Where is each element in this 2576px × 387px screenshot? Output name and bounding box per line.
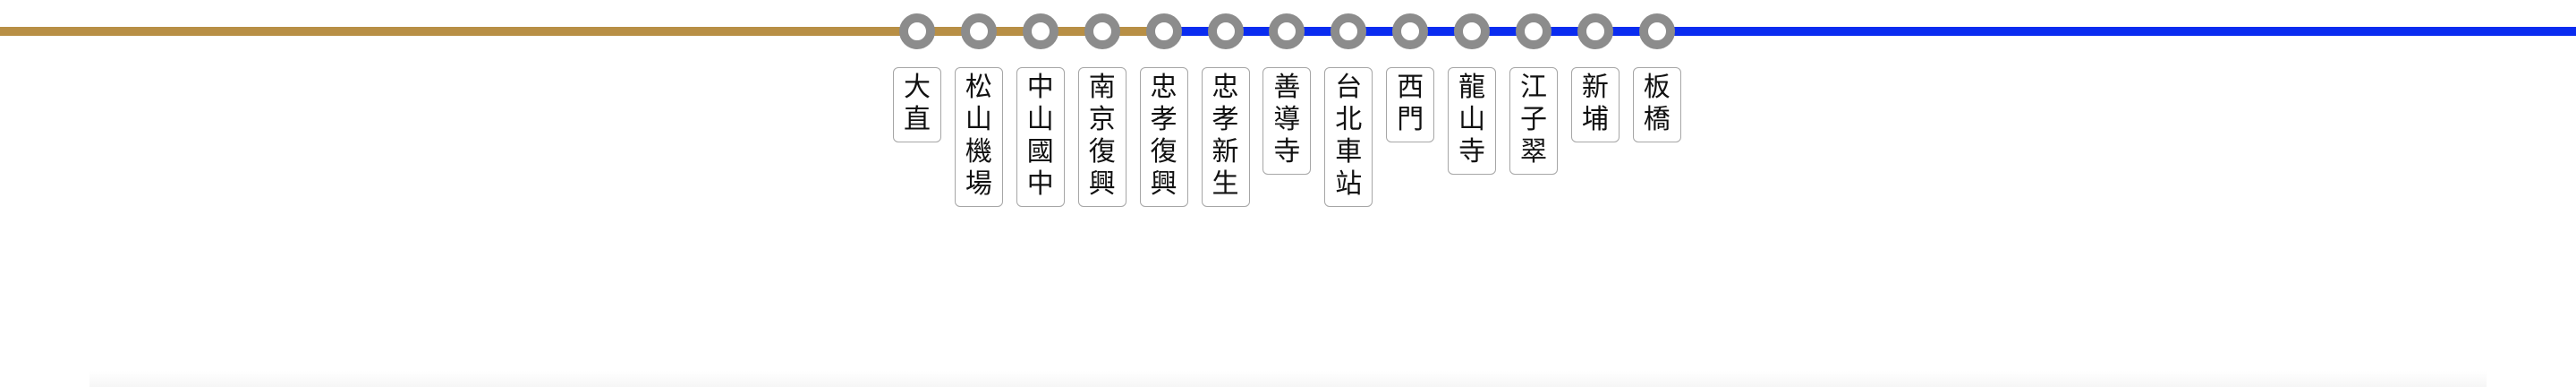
station-label[interactable]: 龍山寺	[1448, 67, 1497, 175]
station-label[interactable]: 忠孝新生	[1201, 67, 1250, 207]
station-node-icon[interactable]	[1392, 13, 1429, 49]
station-node-icon[interactable]	[1454, 13, 1491, 49]
station-label[interactable]: 江子翠	[1509, 67, 1558, 175]
station-label[interactable]: 南京復興	[1077, 67, 1126, 207]
station-label[interactable]: 西門	[1386, 67, 1435, 142]
station-node-icon[interactable]	[1269, 13, 1305, 49]
blue-line-segment	[1163, 27, 2576, 36]
station-label[interactable]: 中山國中	[1016, 67, 1065, 207]
bottom-shadow	[89, 371, 2487, 387]
station-label[interactable]: 大直	[893, 67, 941, 142]
station-node-icon[interactable]	[1331, 13, 1367, 49]
station-label[interactable]: 台北車站	[1324, 67, 1373, 207]
station-node-icon[interactable]	[960, 13, 997, 49]
station-label[interactable]: 新埔	[1570, 67, 1620, 142]
station-node-icon[interactable]	[1577, 13, 1613, 49]
station-label[interactable]: 板橋	[1632, 67, 1681, 142]
station-node-icon[interactable]	[1145, 13, 1182, 49]
station-node-icon[interactable]	[899, 13, 935, 49]
station-label[interactable]: 善導寺	[1262, 67, 1312, 175]
station-node-icon[interactable]	[1516, 13, 1552, 49]
station-label[interactable]: 忠孝復興	[1139, 67, 1188, 207]
station-node-icon[interactable]	[1022, 13, 1058, 49]
station-node-icon[interactable]	[1638, 13, 1675, 49]
station-node-icon[interactable]	[1207, 13, 1244, 49]
metro-line-diagram: 大直 松山機場 中山國中 南京復興 忠孝復興 忠孝新生 善導寺 台北車站 西門 龍山寺 江子翠 新埔板…	[0, 0, 2576, 387]
station-node-icon[interactable]	[1084, 13, 1120, 49]
station-label[interactable]: 松山機場	[954, 67, 1003, 207]
